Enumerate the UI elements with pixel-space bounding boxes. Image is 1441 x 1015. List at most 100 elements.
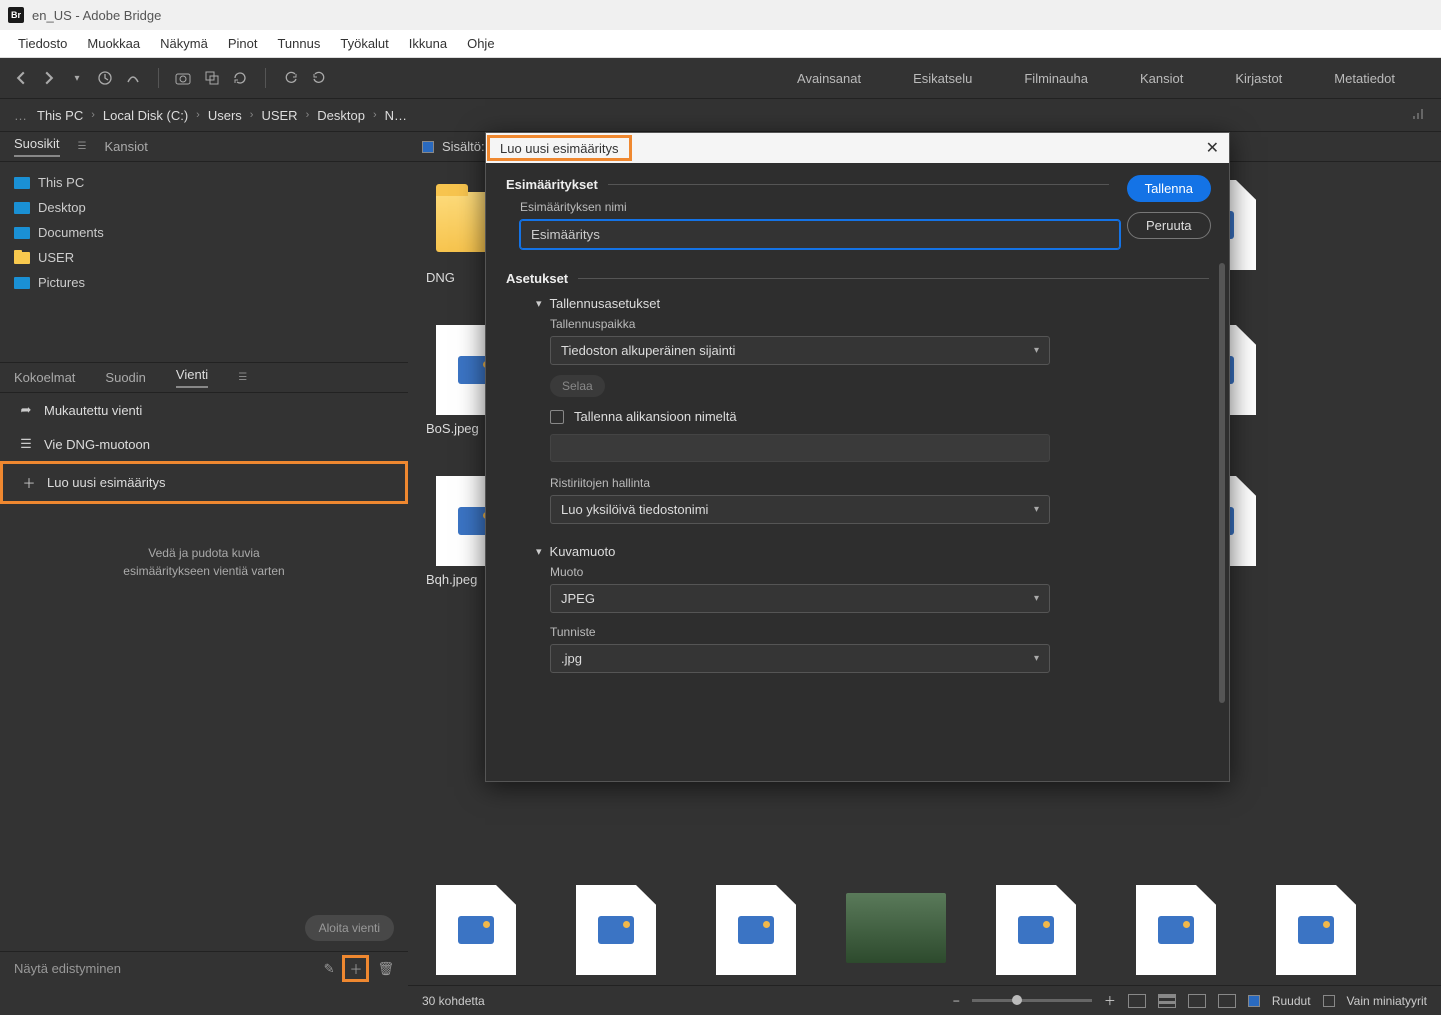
grid-checkbox[interactable] [1248,995,1260,1007]
chevron-down-icon[interactable]: ▾ [66,67,88,89]
save-location-label: Tallennuspaikka [550,317,1209,331]
start-export-button[interactable]: Aloita vienti [305,915,394,941]
chevron-down-icon: ▾ [536,297,542,310]
dialog-scrollbar[interactable] [1219,263,1225,703]
breadcrumb-item[interactable]: N… [385,108,407,123]
dialog-title: Luo uusi esimääritys [487,135,632,161]
favorite-item[interactable]: Documents [0,220,408,245]
select-all-checkbox[interactable] [422,141,434,153]
menu-stacks[interactable]: Pinot [218,32,268,55]
subfolder-name-input [550,434,1050,462]
workspace-filmstrip[interactable]: Filminauha [1018,67,1094,90]
view-thumbnails-icon[interactable] [1158,994,1176,1008]
menu-label[interactable]: Tunnus [267,32,330,55]
favorite-item[interactable]: Desktop [0,195,408,220]
batch-icon[interactable] [201,67,223,89]
workspace-folders[interactable]: Kansiot [1134,67,1189,90]
zoom-minus-icon[interactable]: − [953,994,960,1008]
refresh-icon[interactable] [229,67,251,89]
export-new-preset[interactable]: ＋ Luo uusi esimääritys [0,461,408,504]
view-details-icon[interactable] [1188,994,1206,1008]
breadcrumb-item[interactable]: This PC [37,108,83,123]
thumbnail-image[interactable] [1126,885,1226,975]
menu-file[interactable]: Tiedosto [8,32,77,55]
workspace-libraries[interactable]: Kirjastot [1229,67,1288,90]
pencil-icon[interactable]: ✎ [324,961,335,977]
thumbnail-size-slider[interactable] [972,999,1092,1002]
show-progress-label[interactable]: Näytä edistyminen [14,961,121,976]
export-icon: ➦ [18,402,34,418]
workspace-keywords[interactable]: Avainsanat [791,67,867,90]
thumbnail-image[interactable] [566,885,666,975]
subfolder-label: Tallenna alikansioon nimeltä [574,409,737,424]
grid-label: Ruudut [1272,994,1311,1008]
workspace-metadata[interactable]: Metatiedot [1328,67,1401,90]
favorite-item[interactable]: USER [0,245,408,270]
content-header-label: Sisältö: [442,139,485,154]
thumbnail-image[interactable] [986,885,1086,975]
export-custom[interactable]: ➦ Mukautettu vienti [0,393,408,427]
thumbnail-image[interactable] [426,885,526,975]
tab-folders[interactable]: Kansiot [105,139,148,154]
conflict-select[interactable]: Luo yksilöivä tiedostonimi▾ [550,495,1050,524]
breadcrumb-item[interactable]: Local Disk (C:) [103,108,188,123]
menubar: Tiedosto Muokkaa Näkymä Pinot Tunnus Työ… [0,30,1441,58]
preset-name-label: Esimäärityksen nimi [520,200,1209,214]
left-sidebar: Suosikit ☰ Kansiot This PC Desktop Docum… [0,132,408,985]
close-icon[interactable]: ✕ [1206,138,1219,158]
view-list-icon[interactable] [1218,994,1236,1008]
add-preset-icon[interactable]: ＋ [342,955,369,982]
tab-export[interactable]: Vienti [176,367,208,388]
export-dng[interactable]: ☰ Vie DNG-muotoon [0,427,408,461]
rotate-ccw-icon[interactable] [280,67,302,89]
save-button[interactable]: Tallenna [1127,175,1211,202]
preset-name-input[interactable] [520,220,1120,249]
menu-view[interactable]: Näkymä [150,32,218,55]
save-settings-group[interactable]: ▾Tallennusasetukset [536,296,1209,311]
save-location-select[interactable]: Tiedoston alkuperäinen sijainti▾ [550,336,1050,365]
tab-filter[interactable]: Suodin [105,370,145,385]
nav-back-icon[interactable] [10,67,32,89]
extension-label: Tunniste [550,625,1209,639]
thumbnail-image[interactable] [706,885,806,975]
nav-forward-icon[interactable] [38,67,60,89]
thumbs-only-label: Vain miniatyyrit [1347,994,1427,1008]
thumbnail-photo[interactable] [846,885,946,975]
breadcrumb: … This PC› Local Disk (C:)› Users› USER›… [0,98,1441,132]
breadcrumb-item[interactable]: Desktop [317,108,365,123]
menu-edit[interactable]: Muokkaa [77,32,150,55]
format-select[interactable]: JPEG▾ [550,584,1050,613]
tab-collections[interactable]: Kokoelmat [14,370,75,385]
new-preset-dialog: Luo uusi esimääritys ✕ Tallenna Peruuta … [485,132,1230,782]
favorite-item[interactable]: Pictures [0,270,408,295]
image-format-group[interactable]: ▾Kuvamuoto [536,544,1209,559]
history-icon[interactable] [94,67,116,89]
workspace-preview[interactable]: Esikatselu [907,67,978,90]
trash-icon[interactable]: 🗑 [377,961,394,977]
list-icon: ☰ [18,436,34,452]
plus-icon: ＋ [21,473,37,492]
menu-tools[interactable]: Työkalut [330,32,398,55]
tab-favorites[interactable]: Suosikit [14,136,60,157]
thumbs-only-checkbox[interactable] [1323,995,1335,1007]
main-toolbar: ▾ Avainsanat Esikatselu Filminauha Kansi… [0,58,1441,98]
breadcrumb-item[interactable]: Users [208,108,242,123]
subfolder-checkbox[interactable] [550,410,564,424]
zoom-plus-icon[interactable]: ＋ [1104,992,1116,1009]
extension-select[interactable]: .jpg▾ [550,644,1050,673]
camera-import-icon[interactable] [173,67,195,89]
export-hint: Vedä ja pudota kuvia esimääritykseen vie… [0,504,408,580]
window-title: en_US - Adobe Bridge [32,8,161,23]
window-titlebar: Br en_US - Adobe Bridge [0,0,1441,30]
browse-button[interactable]: Selaa [550,375,605,397]
rotate-cw-icon[interactable] [308,67,330,89]
breadcrumb-item[interactable]: USER [261,108,297,123]
favorite-item[interactable]: This PC [0,170,408,195]
breadcrumb-ellipsis[interactable]: … [14,108,27,123]
thumbnail-image[interactable] [1266,885,1366,975]
boomerang-icon[interactable] [122,67,144,89]
menu-help[interactable]: Ohje [457,32,504,55]
menu-window[interactable]: Ikkuna [399,32,457,55]
view-grid-icon[interactable] [1128,994,1146,1008]
cancel-button[interactable]: Peruuta [1127,212,1211,239]
